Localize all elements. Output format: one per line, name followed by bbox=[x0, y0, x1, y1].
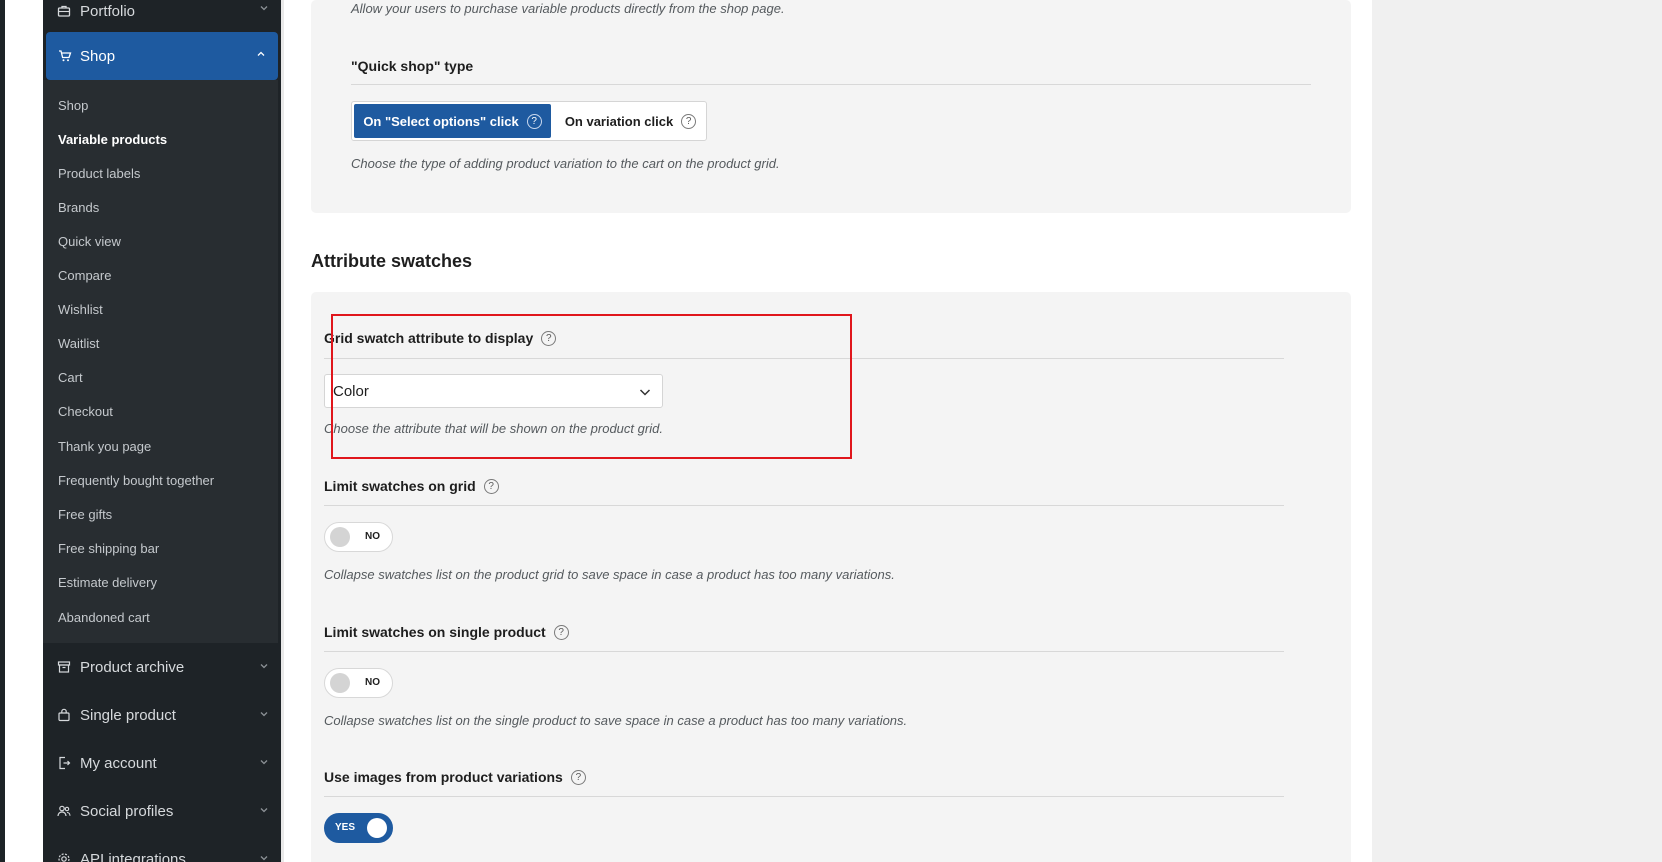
toggle-label: NO bbox=[365, 531, 380, 542]
toggle-label: YES bbox=[335, 822, 356, 833]
divider bbox=[324, 651, 1284, 652]
shop-submenu: Shop Variable products Product labels Br… bbox=[43, 80, 278, 643]
quick-shop-type-label: "Quick shop" type bbox=[351, 58, 474, 74]
limit-single-description: Collapse swatches list on the single pro… bbox=[324, 713, 908, 728]
archive-icon bbox=[57, 661, 71, 673]
help-icon[interactable]: ? bbox=[526, 113, 542, 129]
sidebar-item-api-integrations[interactable]: API integrations bbox=[43, 847, 281, 862]
submenu-item-compare[interactable]: Compare bbox=[58, 268, 111, 283]
toggle-label: NO bbox=[365, 677, 380, 688]
submenu-item-waitlist[interactable]: Waitlist bbox=[58, 336, 99, 351]
quick-shop-type-buttons: On "Select options" click ? On variation… bbox=[351, 101, 707, 141]
submenu-item-brands[interactable]: Brands bbox=[58, 200, 99, 215]
chevron-down-icon bbox=[260, 808, 268, 813]
sidebar-item-label: Shop bbox=[80, 47, 116, 65]
chevron-down-icon bbox=[260, 856, 268, 861]
users-icon bbox=[57, 805, 71, 817]
option-label: On variation click bbox=[564, 113, 674, 129]
limit-grid-title: Limit swatches on grid ? bbox=[324, 478, 499, 494]
toggle-knob bbox=[367, 818, 387, 838]
settings-content: Allow your users to purchase variable pr… bbox=[284, 0, 1372, 862]
help-icon[interactable]: ? bbox=[570, 769, 586, 785]
submenu-item-free-shipping-bar[interactable]: Free shipping bar bbox=[58, 541, 159, 556]
option-label: On "Select options" click bbox=[363, 113, 519, 129]
submenu-item-quick-view[interactable]: Quick view bbox=[58, 234, 121, 249]
submenu-item-estimate-delivery[interactable]: Estimate delivery bbox=[58, 575, 157, 590]
limit-grid-label: Limit swatches on grid bbox=[324, 478, 476, 494]
use-images-label: Use images from product variations bbox=[324, 769, 563, 785]
submenu-item-product-labels[interactable]: Product labels bbox=[58, 166, 140, 181]
cart-icon bbox=[59, 50, 72, 62]
sidebar-item-my-account[interactable]: My account bbox=[43, 751, 281, 775]
submenu-item-variable-products[interactable]: Variable products bbox=[58, 132, 167, 147]
right-background bbox=[1372, 0, 1662, 862]
chevron-down-icon bbox=[260, 760, 268, 765]
submenu-item-shop[interactable]: Shop bbox=[58, 98, 88, 113]
sidebar-item-label: API integrations bbox=[80, 850, 186, 862]
chevron-down-icon bbox=[260, 664, 268, 669]
submenu-item-cart[interactable]: Cart bbox=[58, 370, 83, 385]
limit-grid-toggle[interactable]: NO bbox=[324, 522, 393, 552]
limit-single-title: Limit swatches on single product ? bbox=[324, 624, 569, 640]
left-gutter bbox=[5, 0, 43, 862]
quick-shop-description: Allow your users to purchase variable pr… bbox=[351, 1, 785, 16]
sidebar-item-product-archive[interactable]: Product archive bbox=[43, 655, 281, 679]
submenu-item-abandoned-cart[interactable]: Abandoned cart bbox=[58, 610, 150, 625]
chevron-up-icon bbox=[257, 51, 265, 56]
use-images-toggle[interactable]: YES bbox=[324, 813, 393, 843]
option-select-options-click[interactable]: On "Select options" click ? bbox=[354, 104, 551, 138]
sidebar-item-label: My account bbox=[80, 754, 157, 772]
option-variation-click[interactable]: On variation click ? bbox=[557, 104, 704, 138]
help-icon[interactable]: ? bbox=[553, 624, 569, 640]
highlight-box bbox=[331, 314, 852, 459]
divider bbox=[324, 505, 1284, 506]
limit-single-toggle[interactable]: NO bbox=[324, 668, 393, 698]
divider bbox=[351, 84, 1311, 85]
sidebar-item-shop[interactable]: Shop bbox=[46, 32, 278, 80]
section-title-attribute-swatches: Attribute swatches bbox=[311, 251, 473, 271]
briefcase-icon bbox=[57, 5, 71, 17]
submenu-item-wishlist[interactable]: Wishlist bbox=[58, 302, 103, 317]
sidebar-item-label: Product archive bbox=[80, 658, 185, 676]
settings-sidebar: Portfolio Shop Shop Variable products Pr… bbox=[43, 0, 281, 862]
submenu-item-checkout[interactable]: Checkout bbox=[58, 404, 113, 419]
bag-icon bbox=[58, 708, 70, 722]
sidebar-item-label: Social profiles bbox=[80, 802, 174, 820]
help-icon[interactable]: ? bbox=[681, 113, 697, 129]
quick-shop-type-title: "Quick shop" type bbox=[351, 58, 473, 74]
quick-shop-card: Allow your users to purchase variable pr… bbox=[311, 0, 1351, 213]
use-images-title: Use images from product variations ? bbox=[324, 769, 586, 785]
limit-single-label: Limit swatches on single product bbox=[324, 624, 546, 640]
limit-grid-description: Collapse swatches list on the product gr… bbox=[324, 567, 895, 582]
divider bbox=[324, 796, 1284, 797]
submenu-item-free-gifts[interactable]: Free gifts bbox=[58, 507, 112, 522]
account-icon bbox=[59, 756, 71, 770]
quick-shop-type-description: Choose the type of adding product variat… bbox=[351, 156, 780, 171]
sidebar-item-label: Portfolio bbox=[80, 2, 136, 20]
submenu-item-thank-you-page[interactable]: Thank you page bbox=[58, 439, 151, 454]
sidebar-item-social-profiles[interactable]: Social profiles bbox=[43, 799, 281, 823]
toggle-knob bbox=[330, 673, 350, 693]
chevron-down-icon bbox=[260, 6, 268, 11]
help-icon[interactable]: ? bbox=[483, 478, 499, 494]
sidebar-item-single-product[interactable]: Single product bbox=[43, 703, 281, 727]
sidebar-item-label: Single product bbox=[80, 706, 176, 724]
gear-icon bbox=[58, 853, 70, 862]
chevron-down-icon bbox=[260, 712, 268, 717]
sidebar-item-portfolio[interactable]: Portfolio bbox=[43, 0, 281, 22]
toggle-knob bbox=[330, 527, 350, 547]
submenu-item-frequently-bought-together[interactable]: Frequently bought together bbox=[58, 473, 214, 488]
